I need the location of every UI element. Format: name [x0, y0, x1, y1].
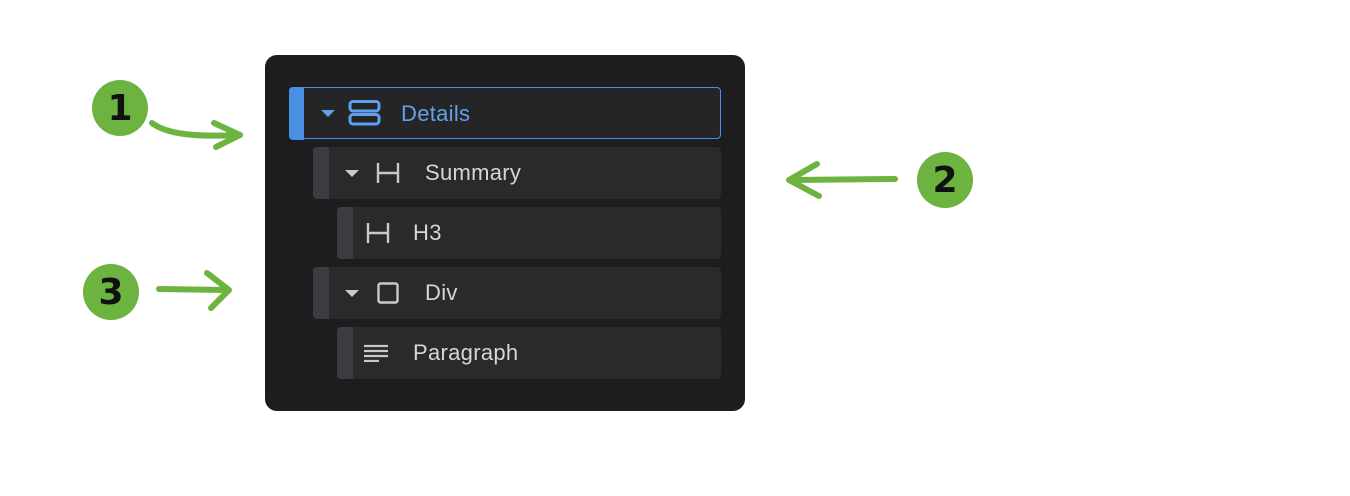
- paragraph-lines-icon: [364, 344, 390, 362]
- navigator-item-label: Div: [425, 280, 458, 305]
- navigator-item-label: Summary: [425, 160, 522, 185]
- navigator-item-h3[interactable]: H3: [337, 207, 721, 259]
- callout-arrow-3: [156, 270, 232, 311]
- callout-arrow-1: [149, 120, 243, 150]
- div-box-icon: [377, 282, 399, 304]
- nesting-indicator: [313, 267, 329, 319]
- chevron-down-icon[interactable]: [321, 110, 335, 117]
- chevron-down-icon[interactable]: [345, 290, 359, 297]
- heading-icon: [366, 222, 390, 244]
- heading-icon: [376, 162, 400, 184]
- callout-badge-2: 2: [917, 152, 973, 208]
- chevron-down-icon[interactable]: [345, 170, 359, 177]
- selection-indicator: [288, 86, 304, 140]
- nesting-indicator: [337, 207, 353, 259]
- navigator-item-label: Details: [401, 101, 471, 126]
- navigator-item-label: H3: [413, 220, 442, 245]
- callout-badge-3: 3: [83, 264, 139, 320]
- callout-badge-1: 1: [92, 80, 148, 136]
- nesting-indicator: [337, 327, 353, 379]
- navigator-item-paragraph[interactable]: Paragraph: [337, 327, 721, 379]
- nesting-indicator: [313, 147, 329, 199]
- callout-arrow-2: [786, 161, 898, 199]
- navigator-item-label: Paragraph: [413, 340, 519, 365]
- details-stack-icon: [348, 100, 382, 126]
- navigator-item-summary[interactable]: Summary: [313, 147, 721, 199]
- navigator-item-div[interactable]: Div: [313, 267, 721, 319]
- navigator-item-details[interactable]: Details: [288, 86, 721, 140]
- navigator-panel: Details Summary H3 Div Paragraph: [265, 55, 745, 411]
